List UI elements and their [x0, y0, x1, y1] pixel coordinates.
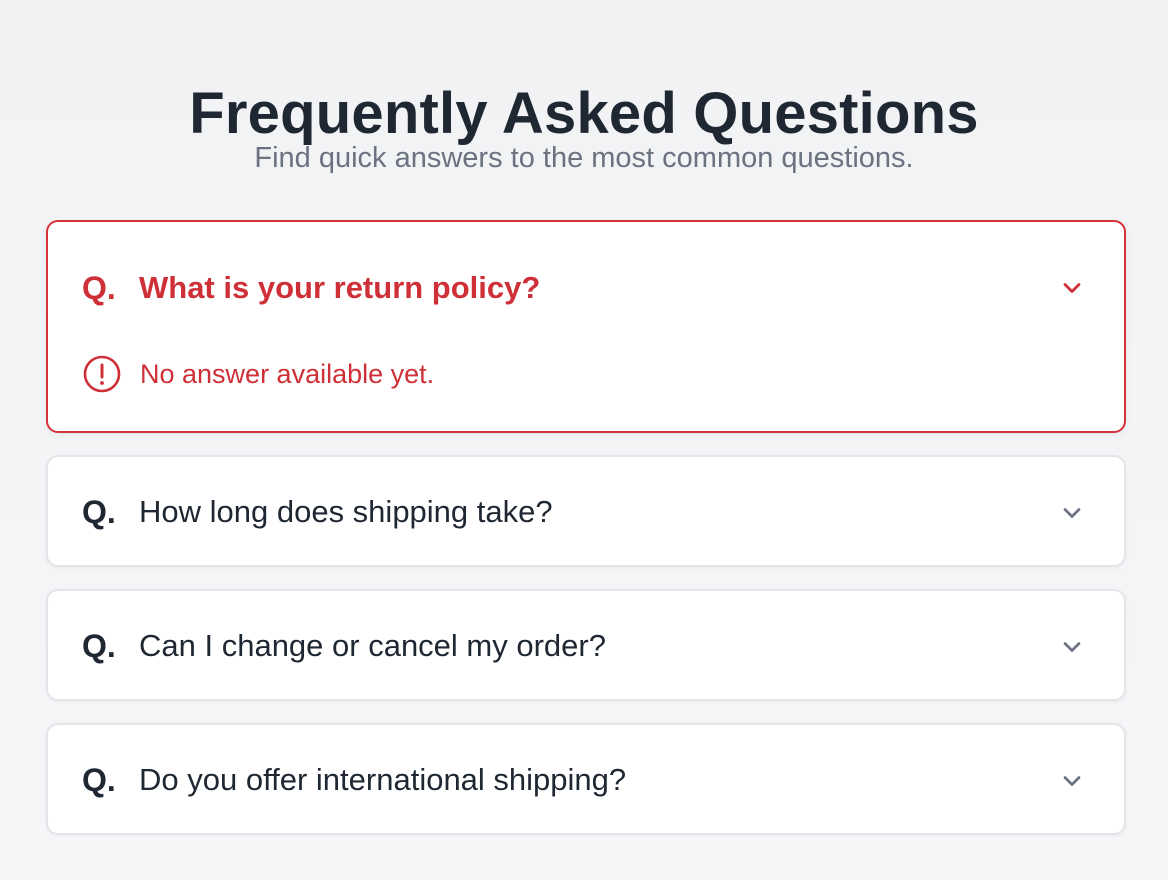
- page-subtitle: Find quick answers to the most common qu…: [254, 142, 914, 174]
- faq-page: Frequently Asked Questions Find quick an…: [0, 0, 1168, 880]
- faq-question-return-policy: What is your return policy?: [139, 270, 541, 305]
- faq-list: Q. What is your return policy? No answer…: [46, 220, 1126, 857]
- faq-item-shipping-time[interactable]: Q. How long does shipping take?: [46, 455, 1126, 567]
- question-prefix: Q.: [82, 494, 116, 530]
- chevron-down-icon[interactable]: [1058, 767, 1086, 795]
- alert-circle-icon: [82, 354, 122, 394]
- faq-error-message: No answer available yet.: [140, 359, 435, 389]
- faq-item-change-cancel-order[interactable]: Q. Can I change or cancel my order?: [46, 589, 1126, 701]
- question-prefix: Q.: [82, 762, 116, 798]
- question-prefix: Q.: [82, 270, 116, 306]
- chevron-down-icon[interactable]: [1058, 274, 1086, 302]
- faq-question-shipping-time: How long does shipping take?: [139, 494, 553, 529]
- faq-question-international-shipping: Do you offer international shipping?: [139, 762, 627, 797]
- chevron-down-icon[interactable]: [1058, 499, 1086, 527]
- chevron-down-icon[interactable]: [1058, 633, 1086, 661]
- question-prefix: Q.: [82, 628, 116, 664]
- faq-item-return-policy[interactable]: Q. What is your return policy? No answer…: [46, 220, 1126, 433]
- faq-question-change-cancel-order: Can I change or cancel my order?: [139, 628, 606, 663]
- faq-item-international-shipping[interactable]: Q. Do you offer international shipping?: [46, 723, 1126, 835]
- page-title: Frequently Asked Questions: [189, 80, 979, 146]
